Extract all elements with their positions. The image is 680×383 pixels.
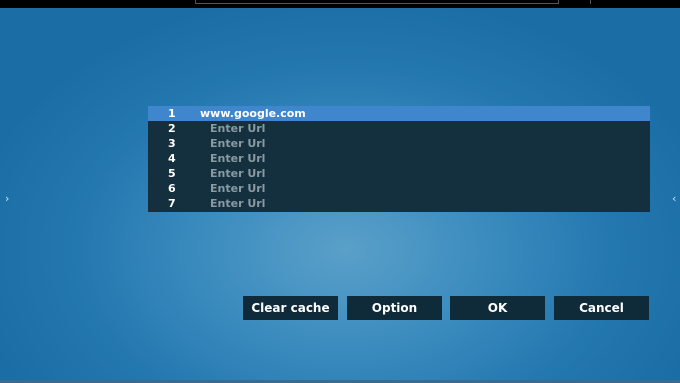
url-item-number: 3 [168, 137, 176, 150]
url-item-number: 2 [168, 122, 176, 135]
url-list-item-3[interactable]: 3 Enter Url [148, 136, 650, 151]
url-list-item-7[interactable]: 7 Enter Url [148, 196, 650, 211]
url-item-number: 1 [168, 107, 176, 120]
url-item-number: 4 [168, 152, 176, 165]
url-item-placeholder: Enter Url [210, 167, 266, 180]
url-list-item-2[interactable]: 2 Enter Url [148, 121, 650, 136]
url-item-placeholder: Enter Url [210, 137, 266, 150]
url-item-number: 5 [168, 167, 176, 180]
cancel-button[interactable]: Cancel [554, 296, 649, 320]
url-item-placeholder: Enter Url [210, 197, 266, 210]
url-list-item-5[interactable]: 5 Enter Url [148, 166, 650, 181]
chevron-left-icon[interactable]: ‹ [672, 192, 676, 206]
url-item-number: 6 [168, 182, 176, 195]
url-list-item-4[interactable]: 4 Enter Url [148, 151, 650, 166]
ok-button[interactable]: OK [450, 296, 545, 320]
top-bar-frame [195, 0, 559, 4]
url-list-item-1[interactable]: 1 www.google.com [148, 106, 650, 121]
chevron-right-icon[interactable]: › [5, 192, 9, 206]
url-item-placeholder: Enter Url [210, 122, 266, 135]
top-bar [0, 0, 680, 8]
url-item-placeholder: Enter Url [210, 182, 266, 195]
option-button[interactable]: Option [347, 296, 442, 320]
url-item-placeholder: Enter Url [210, 152, 266, 165]
url-list: 1 www.google.com 2 Enter Url 3 Enter Url… [148, 106, 650, 212]
top-bar-divider [590, 0, 591, 4]
url-item-value: www.google.com [200, 107, 306, 120]
url-item-number: 7 [168, 197, 176, 210]
url-list-item-6[interactable]: 6 Enter Url [148, 181, 650, 196]
clear-cache-button[interactable]: Clear cache [243, 296, 338, 320]
